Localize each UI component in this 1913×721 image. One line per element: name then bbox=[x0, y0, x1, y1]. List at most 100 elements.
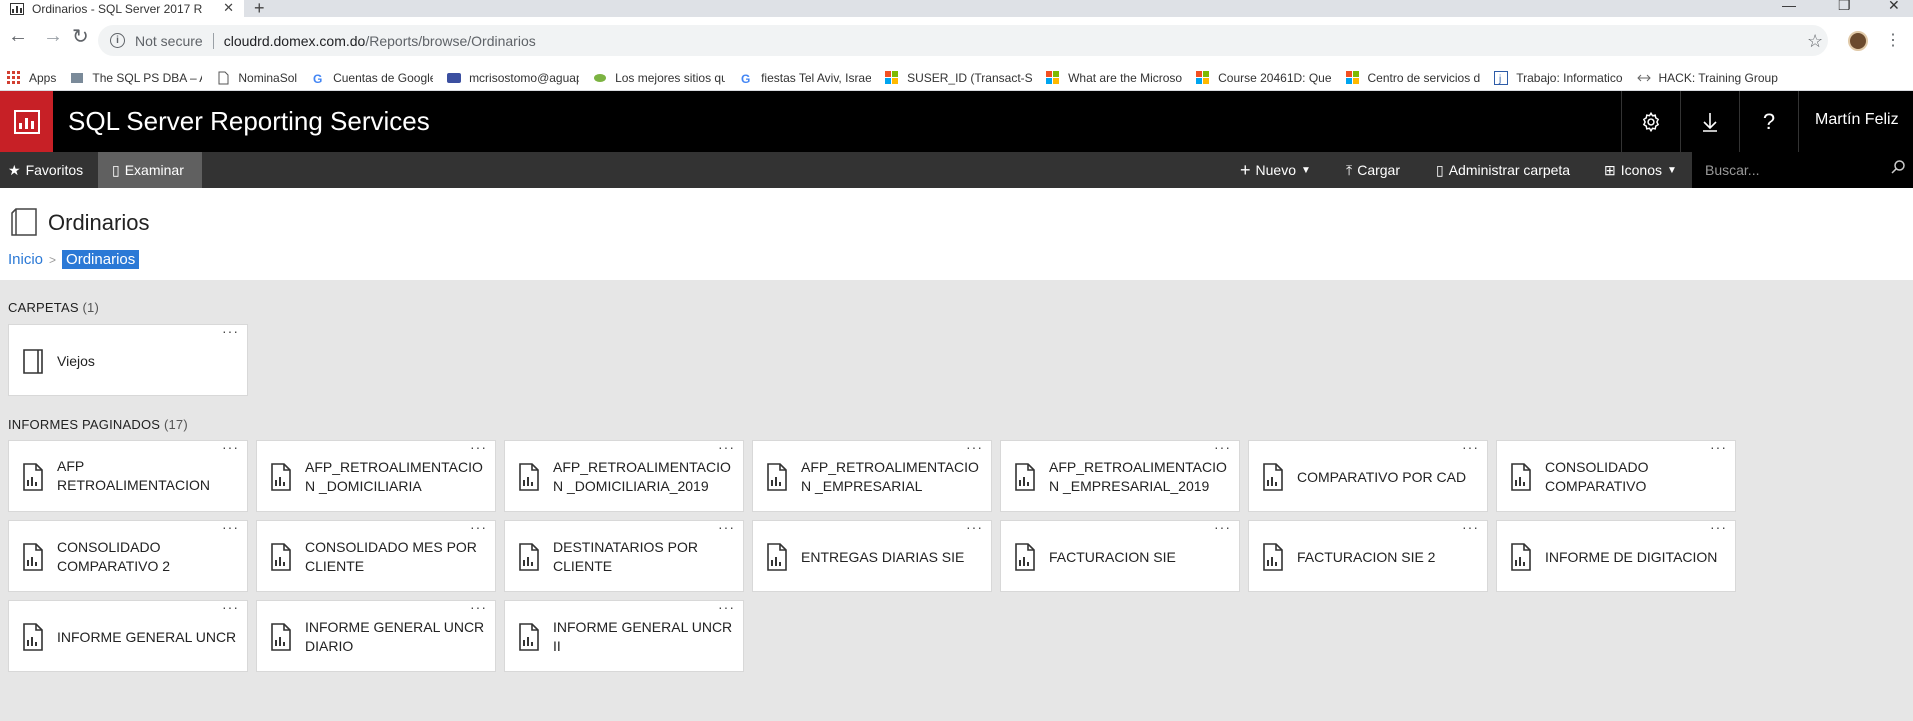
bookmark-item[interactable]: The SQL PS DBA – Au bbox=[70, 71, 202, 85]
report-icon bbox=[1014, 463, 1036, 491]
view-label: Iconos bbox=[1620, 162, 1662, 178]
report-tile[interactable]: ··· AFP_RETROALIMENTACION _DOMICILIARIA bbox=[256, 439, 496, 513]
report-tile[interactable]: ··· INFORME GENERAL UNCR II bbox=[504, 599, 744, 672]
back-button[interactable]: ← bbox=[8, 25, 28, 48]
tile-label-text: INFORME GENERAL UNCR bbox=[57, 628, 237, 645]
report-tile[interactable]: ··· DESTINATARIOS POR CLIENTE bbox=[504, 519, 744, 593]
upload-button[interactable]: ⤒ Cargar bbox=[1346, 152, 1400, 188]
report-tile[interactable]: ···AFP RETROALIMENTACION DOMICILIARIO_Ac… bbox=[8, 439, 248, 512]
bookmark-item[interactable]: What are the Microso bbox=[1046, 71, 1182, 85]
new-menu-button[interactable]: + Nuevo ▼ bbox=[1240, 152, 1311, 188]
bookmark-item[interactable]: Centro de servicios d bbox=[1345, 71, 1481, 85]
report-icon bbox=[1262, 463, 1284, 491]
profile-avatar-icon[interactable] bbox=[1848, 31, 1868, 51]
folder-tile[interactable]: ··· Viejos bbox=[8, 323, 248, 396]
tile-label: FACTURACION SIE bbox=[1049, 521, 1231, 593]
bookmark-label: What are the Microso bbox=[1068, 71, 1183, 85]
report-icon bbox=[1014, 543, 1036, 571]
restore-icon[interactable]: ❐ bbox=[1838, 0, 1851, 14]
report-tile[interactable]: ··· AFP_RETROALIMENTACION _EMPRESARIAL_20… bbox=[1000, 439, 1240, 513]
tile-label-text: INFORME GENERAL UNCR II bbox=[553, 619, 733, 654]
report-tile[interactable]: ··· INFORME DE DIGITACION bbox=[1496, 519, 1736, 592]
bookmark-item[interactable]: NominaSol bbox=[216, 71, 297, 85]
report-icon bbox=[22, 463, 44, 491]
bookmark-label: fiestas Tel Aviv, Israel bbox=[761, 71, 872, 85]
bookmarks-bar: Apps The SQL PS DBA – Au NominaSol G Cuentas… bbox=[0, 66, 1913, 91]
tile-label: AFP_RETROALIMENTACION _DOMICILIARIA bbox=[305, 441, 487, 513]
report-tile[interactable]: ··· INFORME GENERAL UNCR bbox=[8, 599, 248, 672]
reports-section-title: INFORMES PAGINADOS (17) bbox=[8, 417, 188, 432]
bookmark-item[interactable]: j Trabajo: Informatico bbox=[1494, 71, 1623, 85]
info-icon[interactable]: i bbox=[110, 33, 125, 48]
new-label: Nuevo bbox=[1255, 162, 1296, 178]
settings-gear-icon[interactable] bbox=[1621, 91, 1680, 152]
tile-label: AFP_RETROALIMENTACION _EMPRESARIAL_2019 bbox=[1049, 441, 1231, 513]
ssrs-header: SQL Server Reporting Services ? Martín F… bbox=[0, 91, 1913, 152]
folders-section-title: CARPETAS (1) bbox=[8, 300, 99, 315]
breadcrumb-current[interactable]: Ordinarios bbox=[62, 250, 140, 269]
bookmark-item[interactable]: Apps bbox=[7, 71, 56, 85]
page-icon bbox=[216, 71, 230, 85]
bookmark-item[interactable]: G Cuentas de Google bbox=[311, 71, 433, 86]
tile-label: ENTREGAS DIARIAS SIE bbox=[801, 521, 983, 593]
report-tile[interactable]: ··· CONSOLIDADO MES POR CLIENTE bbox=[256, 519, 496, 592]
minimize-icon[interactable]: — bbox=[1782, 0, 1796, 13]
report-tile[interactable]: ··· AFP_RETROALIMENTACION _DOMICILIARIA_2… bbox=[504, 439, 744, 512]
report-tile[interactable]: ··· CONSOLIDADO COMPARATIVO 2 bbox=[8, 519, 248, 592]
sql-ps-icon bbox=[70, 71, 84, 85]
bookmark-label: HACK: Training Group bbox=[1658, 71, 1778, 85]
tab-close-icon[interactable]: ✕ bbox=[223, 0, 234, 16]
report-tile[interactable]: ··· ENTREGAS DIARIAS SIE bbox=[752, 519, 992, 593]
breadcrumb-home-link[interactable]: Inicio bbox=[8, 251, 43, 268]
report-icon bbox=[1510, 543, 1532, 571]
tile-label: INFORME GENERAL UNCR DIARIO bbox=[305, 601, 487, 673]
forward-button[interactable]: → bbox=[43, 25, 63, 48]
tile-label: DESTINATARIOS POR CLIENTE bbox=[553, 521, 735, 593]
bookmark-label: Centro de servicios d bbox=[1367, 71, 1481, 85]
mail-icon bbox=[447, 71, 462, 85]
report-icon bbox=[270, 623, 292, 651]
url-omnibox[interactable]: i Not secure cloudrd.domex.com.do /Repor… bbox=[98, 25, 1828, 56]
search-icon[interactable] bbox=[1891, 160, 1905, 174]
bookmark-label: mcrisostomo@aguap bbox=[469, 71, 580, 85]
bookmark-item[interactable]: mcrisostomo@aguap bbox=[447, 71, 579, 85]
svg-text:j: j bbox=[1498, 74, 1501, 85]
bookmark-item[interactable]: SUSER_ID (Transact-S bbox=[885, 71, 1032, 85]
bookmark-star-icon[interactable]: ☆ bbox=[1807, 31, 1823, 52]
chevron-right-icon: > bbox=[49, 252, 57, 267]
search-input[interactable] bbox=[1705, 162, 1875, 178]
manage-folder-button[interactable]: ▯ Administrar carpeta bbox=[1436, 152, 1570, 188]
browse-button[interactable]: ▯ Examinar bbox=[98, 152, 202, 188]
google-icon: G bbox=[311, 71, 325, 86]
app-title[interactable]: SQL Server Reporting Services bbox=[68, 106, 430, 137]
reload-button[interactable]: ↻ bbox=[72, 24, 89, 49]
ssrs-logo-icon[interactable] bbox=[0, 91, 53, 152]
grid-view-icon: ⊞ bbox=[1604, 161, 1616, 178]
search-box bbox=[1692, 152, 1913, 188]
bookmark-item[interactable]: Course 20461D: Que bbox=[1196, 71, 1332, 85]
user-name[interactable]: Martín Feliz bbox=[1815, 111, 1899, 129]
report-icon bbox=[1510, 463, 1532, 491]
reports-count: (17) bbox=[163, 417, 188, 432]
favorites-button[interactable]: ★ Favoritos bbox=[8, 152, 83, 188]
bookmark-item[interactable]: Los mejores sitios qu bbox=[593, 71, 725, 85]
help-icon[interactable]: ? bbox=[1739, 91, 1798, 152]
bookmark-item[interactable]: Gfiestas Tel Aviv, Israel bbox=[739, 71, 872, 86]
chevron-down-icon: ▼ bbox=[1300, 164, 1311, 176]
ssrs-toolbar: ★ Favoritos ▯ Examinar + Nuevo ▼ ⤒ Carga… bbox=[0, 152, 1913, 188]
report-tile[interactable]: ··· INFORME GENERAL UNCR DIARIO bbox=[256, 599, 496, 673]
report-tile[interactable]: ··· COMPARATIVO POR CAD bbox=[1248, 439, 1488, 512]
window-close-icon[interactable]: ✕ bbox=[1888, 0, 1900, 14]
bookmark-item[interactable]: HACK: Training Group bbox=[1636, 71, 1778, 85]
report-tile[interactable]: ··· FACTURACION SIE bbox=[1000, 519, 1240, 593]
download-icon[interactable] bbox=[1680, 91, 1739, 152]
browser-tab[interactable]: Ordinarios - SQL Server 2017 Reporting S… bbox=[0, 0, 244, 17]
report-tile[interactable]: ··· FACTURACION SIE 2 bbox=[1248, 519, 1488, 592]
upload-icon: ⤒ bbox=[1346, 161, 1353, 178]
report-favicon-icon bbox=[10, 2, 24, 15]
browser-menu-icon[interactable]: ⋮ bbox=[1885, 30, 1901, 50]
report-icon bbox=[518, 463, 540, 491]
report-tile[interactable]: ··· CONSOLIDADO COMPARATIVO bbox=[1496, 439, 1736, 512]
view-mode-button[interactable]: ⊞ Iconos ▼ bbox=[1604, 152, 1677, 188]
report-tile[interactable]: ··· AFP_RETROALIMENTACION _EMPRESARIAL bbox=[752, 439, 992, 512]
